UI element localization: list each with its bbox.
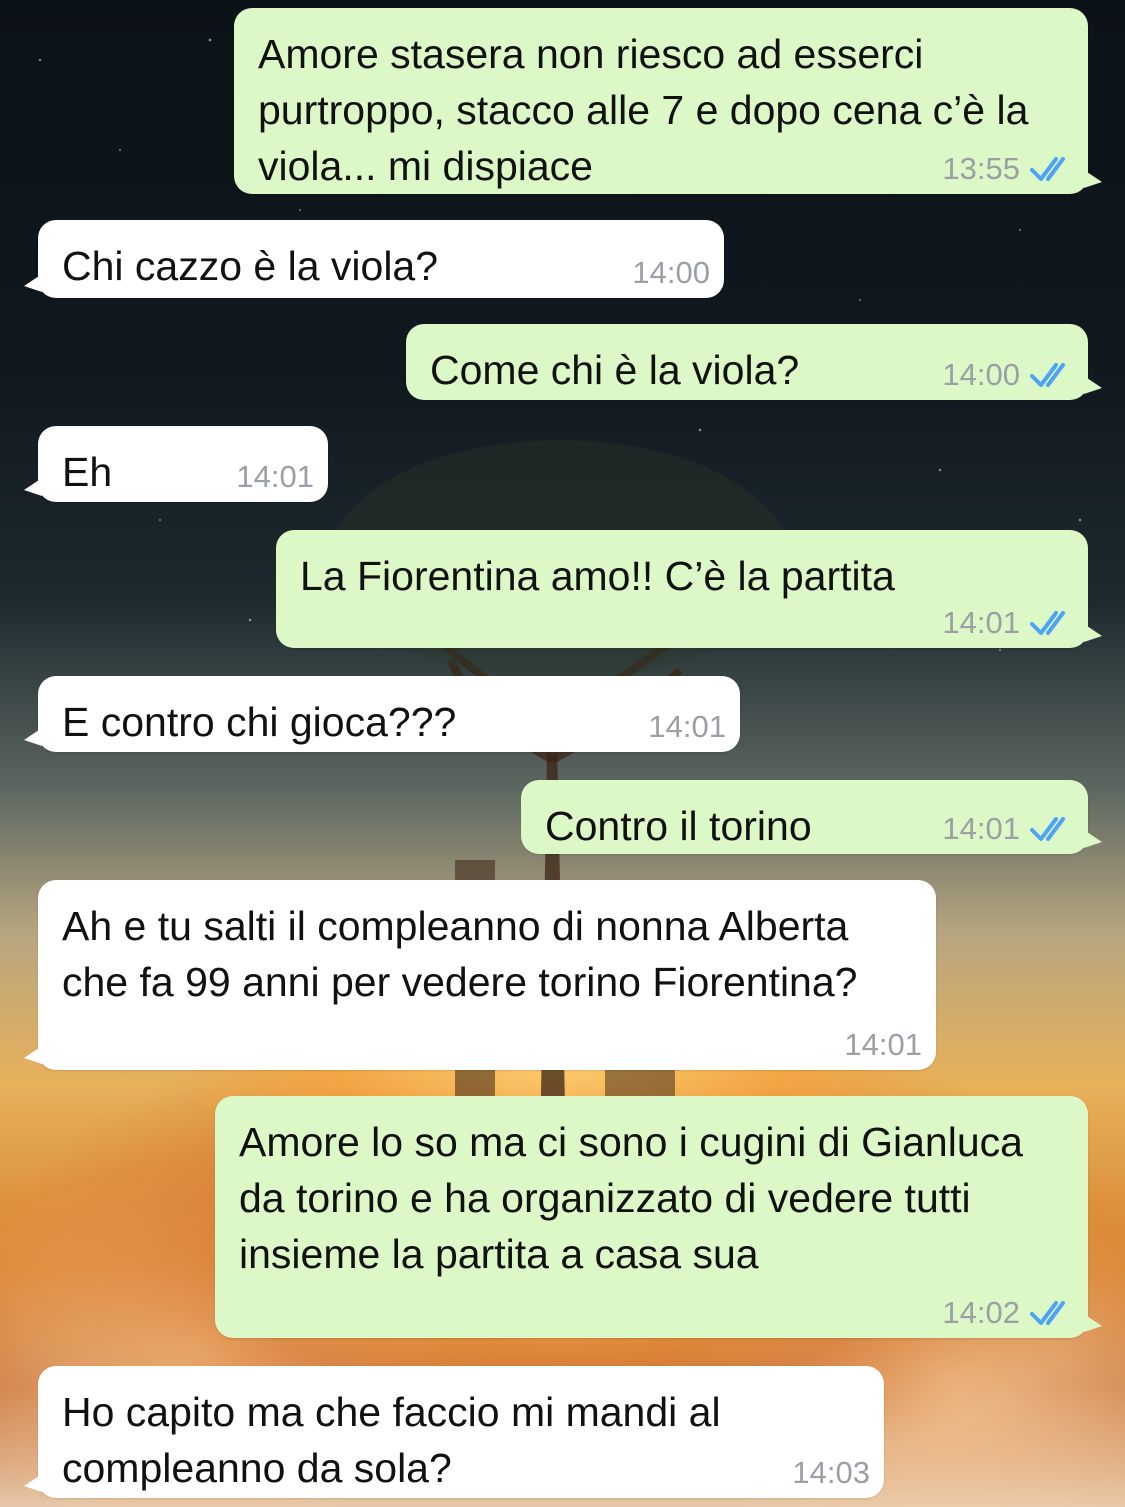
message-meta: 14:01 (236, 460, 314, 494)
double-check-icon (1030, 817, 1065, 841)
message-text: Ah e tu salti il compleanno di nonna Alb… (62, 903, 860, 1005)
message-meta: 14:01 (942, 606, 1074, 640)
message-timestamp: 13:55 (942, 151, 1020, 186)
message-meta: 14:03 (792, 1456, 870, 1490)
message-bubble-outgoing[interactable]: Come chi è la viola? 14:00 (406, 324, 1102, 400)
message-timestamp: 14:01 (844, 1027, 922, 1062)
message-bubble-incoming[interactable]: E contro chi gioca??? 14:01 (24, 676, 740, 752)
message-meta: 14:00 (942, 358, 1074, 392)
double-check-icon (1030, 1301, 1065, 1325)
message-text: La Fiorentina amo!! C’è la partita (300, 553, 895, 599)
message-meta: 13:55 (942, 152, 1074, 186)
conversation: Amore stasera non riesco ad esserci purt… (0, 0, 1125, 1507)
message-timestamp: 14:01 (236, 459, 314, 494)
message-bubble-outgoing[interactable]: Amore stasera non riesco ad esserci purt… (234, 8, 1102, 194)
message-meta: 14:02 (942, 1296, 1074, 1330)
message-text: E contro chi gioca??? (62, 699, 457, 745)
message-meta: 14:01 (844, 1028, 922, 1062)
message-timestamp: 14:03 (792, 1455, 870, 1490)
message-timestamp: 14:00 (632, 255, 710, 290)
double-check-icon (1030, 363, 1065, 387)
message-timestamp: 14:02 (942, 1295, 1020, 1330)
message-text: Chi cazzo è la viola? (62, 243, 439, 289)
message-meta: 14:01 (648, 710, 726, 744)
message-timestamp: 14:01 (942, 811, 1020, 846)
message-bubble-outgoing[interactable]: La Fiorentina amo!! C’è la partita 14:01 (276, 530, 1102, 648)
message-bubble-incoming[interactable]: Ho capito ma che faccio mi mandi al comp… (24, 1366, 884, 1498)
message-meta: 14:01 (942, 812, 1074, 846)
message-bubble-outgoing[interactable]: Amore lo so ma ci sono i cugini di Gianl… (215, 1096, 1102, 1338)
message-text: Amore lo so ma ci sono i cugini di Gianl… (239, 1119, 1035, 1277)
message-text: Ho capito ma che faccio mi mandi al comp… (62, 1389, 732, 1491)
message-timestamp: 14:01 (648, 709, 726, 744)
message-bubble-incoming[interactable]: Ah e tu salti il compleanno di nonna Alb… (24, 880, 936, 1070)
message-bubble-outgoing[interactable]: Contro il torino 14:01 (521, 780, 1102, 854)
message-bubble-incoming[interactable]: Eh 14:01 (24, 426, 328, 502)
message-meta: 14:00 (632, 256, 710, 290)
message-timestamp: 14:00 (942, 357, 1020, 392)
message-bubble-incoming[interactable]: Chi cazzo è la viola? 14:00 (24, 220, 724, 298)
double-check-icon (1030, 611, 1065, 635)
message-timestamp: 14:01 (942, 605, 1020, 640)
double-check-icon (1030, 157, 1065, 181)
